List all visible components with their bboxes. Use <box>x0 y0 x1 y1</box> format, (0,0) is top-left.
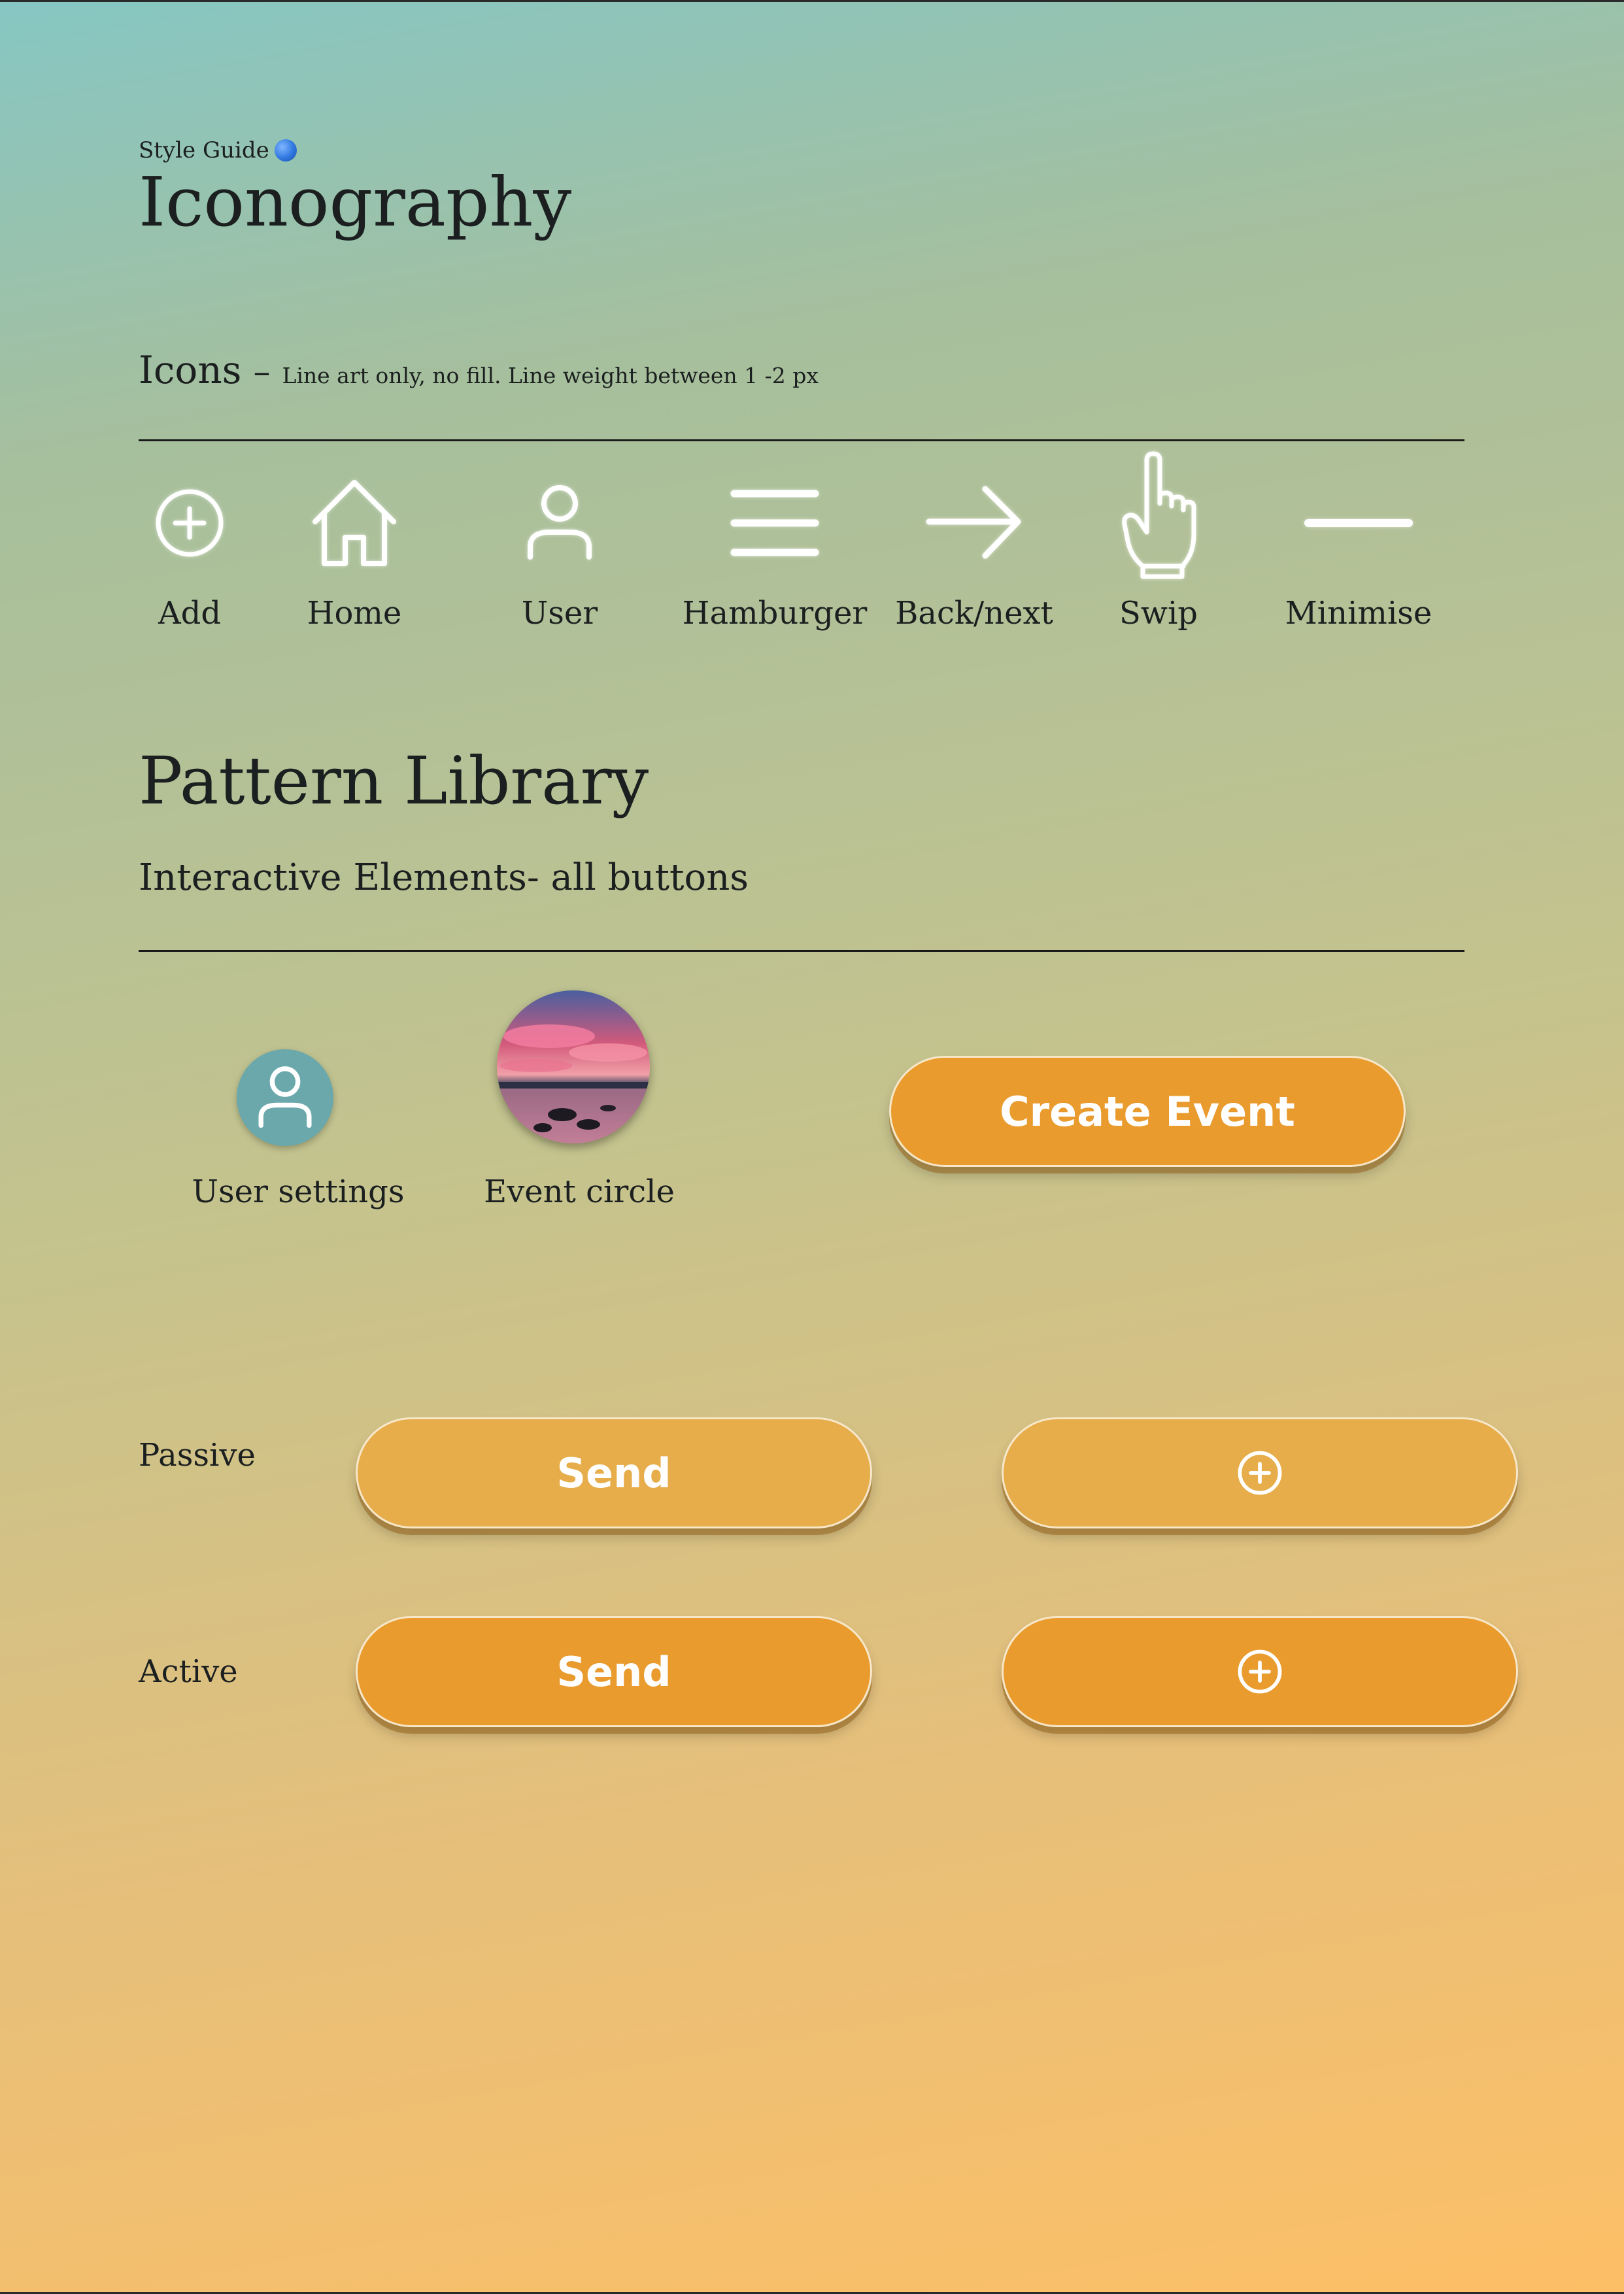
pattern-library-title: Pattern Library <box>139 743 649 819</box>
page-title: Iconography <box>139 162 572 242</box>
blue-dot-icon <box>274 139 297 161</box>
home-icon <box>282 458 426 588</box>
hand-pointer-icon <box>1087 451 1230 582</box>
icon-label-user: User <box>521 595 598 632</box>
divider <box>139 950 1464 952</box>
arrow-right-icon <box>902 458 1046 588</box>
add-button-passive[interactable] <box>1002 1417 1518 1528</box>
active-row-label: Active <box>139 1653 238 1690</box>
icons-heading: Icons – Line art only, no fill. Line wei… <box>139 348 819 392</box>
icon-label-hamburger: Hamburger <box>682 595 868 632</box>
icon-item-home: Home <box>282 458 426 641</box>
icon-item-back-next: Back/next <box>895 458 1053 641</box>
icon-item-user: User <box>488 458 632 641</box>
add-circle-icon <box>1238 1649 1282 1694</box>
event-circle-label: Event circle <box>484 1173 675 1210</box>
passive-row-label: Passive <box>139 1437 256 1474</box>
user-icon <box>258 1066 312 1128</box>
icon-item-hamburger: Hamburger <box>683 458 867 641</box>
icon-label-minimise: Minimise <box>1285 595 1432 632</box>
sunset-lake-image <box>497 990 650 1143</box>
top-border <box>0 0 1624 2</box>
send-button-active[interactable]: Send <box>356 1616 872 1727</box>
minus-icon <box>1287 458 1430 588</box>
divider <box>139 439 1464 441</box>
style-guide-eyebrow: Style Guide <box>139 137 297 163</box>
eyebrow-label: Style Guide <box>139 137 269 163</box>
icons-heading-title: Icons <box>139 348 242 392</box>
hamburger-icon <box>703 458 847 588</box>
user-icon <box>488 458 632 588</box>
icon-item-add: Add <box>118 458 262 641</box>
icon-label-swip: Swip <box>1119 595 1198 632</box>
add-circle-icon <box>1238 1451 1282 1495</box>
send-button-passive[interactable]: Send <box>356 1417 872 1528</box>
user-settings-button[interactable] <box>237 1049 333 1146</box>
user-settings-label: User settings <box>192 1173 405 1210</box>
pattern-library-subtitle: Interactive Elements- all buttons <box>139 856 749 899</box>
icon-label-home: Home <box>307 595 402 632</box>
icon-label-back-next: Back/next <box>895 595 1053 632</box>
icon-item-swip: Swip <box>1087 451 1230 641</box>
icons-heading-note: Line art only, no fill. Line weight betw… <box>282 363 819 388</box>
add-circle-icon <box>118 458 262 588</box>
icon-item-minimise: Minimise <box>1285 458 1432 641</box>
icons-heading-dash: – <box>253 352 271 392</box>
add-button-active[interactable] <box>1002 1616 1518 1727</box>
event-circle-button[interactable] <box>497 990 650 1143</box>
create-event-button[interactable]: Create Event <box>889 1056 1406 1167</box>
